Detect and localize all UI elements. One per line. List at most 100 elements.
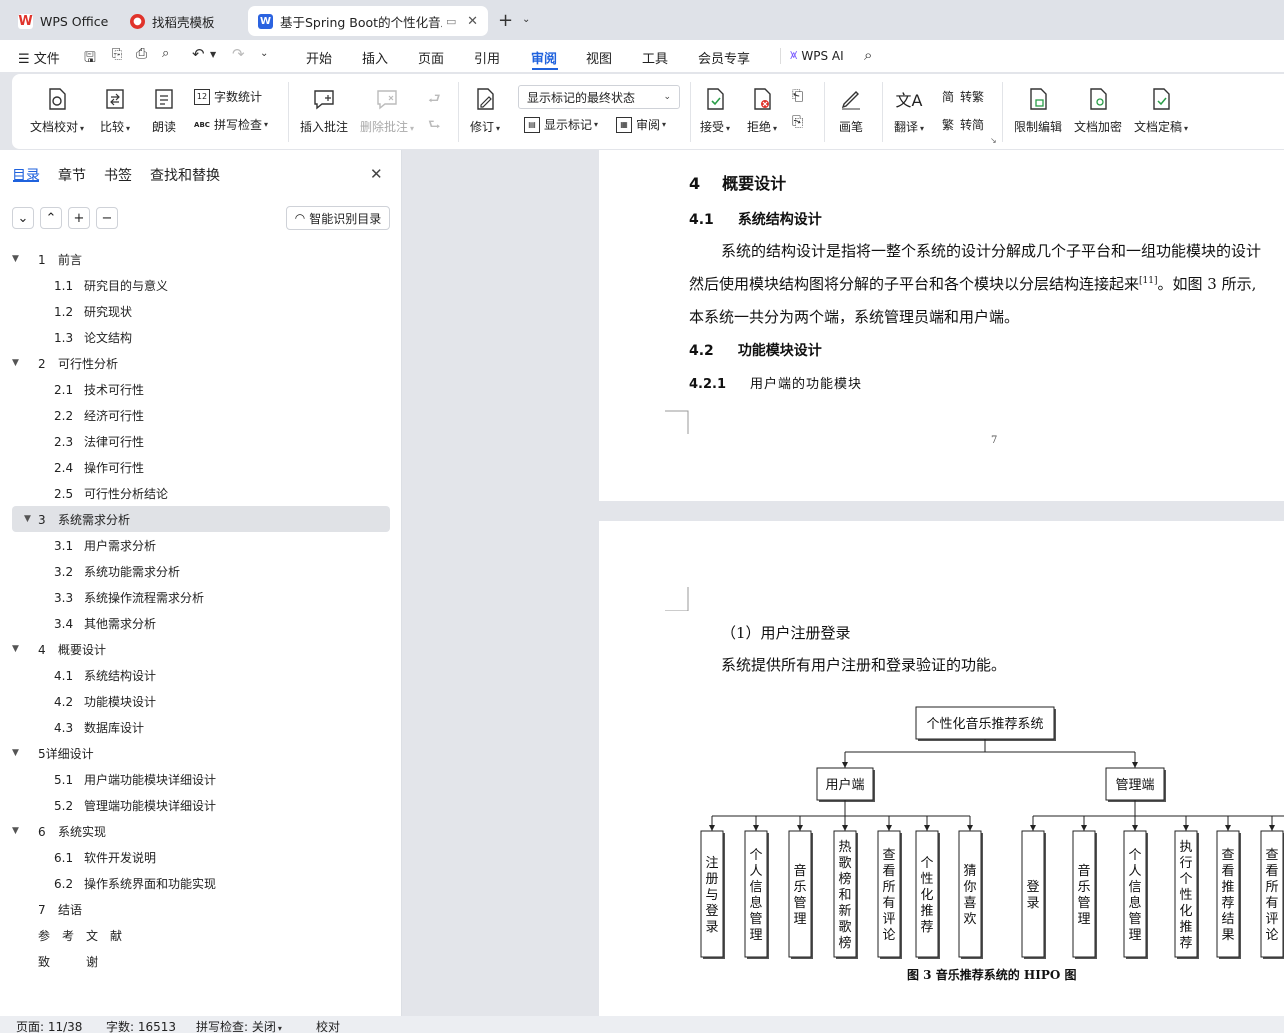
toc-item[interactable]: 参 考 文 献 [0,922,390,948]
toc-item[interactable]: ▼ 1 前言 [0,246,390,272]
toc-item[interactable]: 5.2 管理端功能模块详细设计 [0,792,390,818]
delete-comment-button[interactable]: 删除批注 ▾ [360,86,414,135]
pen-button[interactable]: 画笔 [838,86,864,135]
toc-item[interactable]: 4.2 功能模块设计 [0,688,390,714]
monitor-icon[interactable]: ▭ [446,15,456,28]
toc-item[interactable]: 5.1 用户端功能模块详细设计 [0,766,390,792]
expand-toggle-icon[interactable]: ▼ [12,748,19,758]
next-change-icon[interactable]: ⎘ [792,114,803,130]
to-traditional-button[interactable]: 简 转繁 [940,88,984,105]
sidebar-tab-find-replace[interactable]: 查找和替换 [150,165,220,185]
review-pane-button[interactable]: ▦ 审阅 ▾ [616,116,666,133]
toc-item[interactable]: ▼ 5详细设计 [0,740,390,766]
toc-item[interactable]: 4.3 数据库设计 [0,714,390,740]
toc-item[interactable]: 3.2 系统功能需求分析 [0,558,390,584]
save-icon[interactable]: 🖫 [84,47,96,71]
expand-toggle-icon[interactable]: ▼ [24,514,31,524]
toc-item[interactable]: 4.1 系统结构设计 [0,662,390,688]
toc-item[interactable]: 3.3 系统操作流程需求分析 [0,584,390,610]
toc-item[interactable]: 6.1 软件开发说明 [0,844,390,870]
sidebar-tab-bookmarks[interactable]: 书签 [104,165,132,185]
toc-item[interactable]: 6.2 操作系统界面和功能实现 [0,870,390,896]
redo-icon[interactable]: ↷ [232,45,245,63]
menu-item-start[interactable]: 开始 [306,48,332,67]
encrypt-button[interactable]: 文档加密 [1074,86,1122,135]
accept-button[interactable]: 接受 ▾ [700,86,730,135]
toc-item[interactable]: ▼ 6 系统实现 [0,818,390,844]
menu-item-member[interactable]: 会员专享 [698,48,750,67]
status-word-count[interactable]: 字数: 16513 [106,1018,176,1033]
tab-wps-office[interactable]: W WPS Office [8,6,116,36]
markup-state-select[interactable]: 显示标记的最终状态 ⌄ [518,85,680,109]
menu-item-insert[interactable]: 插入 [362,48,388,67]
status-proofread[interactable]: 校对 [316,1018,340,1033]
toc-item[interactable]: 2.4 操作可行性 [0,454,390,480]
new-tab-icon[interactable]: + [498,10,513,31]
toc-item[interactable]: 2.2 经济可行性 [0,402,390,428]
menu-item-view[interactable]: 视图 [586,48,612,67]
sidebar-tab-toc[interactable]: 目录 [12,165,40,185]
close-pane-icon[interactable]: ✕ [370,165,383,183]
citation-ref[interactable]: [11] [1139,276,1157,286]
toc-item[interactable]: 2.3 法律可行性 [0,428,390,454]
tab-template[interactable]: ● 找稻壳模板 [120,6,242,36]
chevron-up-icon[interactable]: ⌃ [40,207,62,229]
more-chevron-icon[interactable]: ⌄ [260,48,268,59]
track-changes-button[interactable]: 修订 ▾ [470,86,500,135]
toc-item[interactable]: 致 谢 [0,948,390,974]
to-simplified-button[interactable]: 繁 转简 [940,116,984,133]
toc-item[interactable]: ▼ 3 系统需求分析 [12,506,390,532]
toc-item[interactable]: 7 结语 [0,896,390,922]
wps-ai-button[interactable]: ⩙ WPS AI [790,48,844,63]
expand-toggle-icon[interactable]: ▼ [12,254,19,264]
sidebar-tab-sections[interactable]: 章节 [58,165,86,185]
translate-button[interactable]: 文A 翻译 ▾ [894,86,924,135]
smart-toc-button[interactable]: ◠ 智能识别目录 [286,206,390,230]
collapse-down-icon[interactable]: ⌄ [12,207,34,229]
menu-item-page[interactable]: 页面 [418,48,444,67]
add-heading-icon[interactable]: + [68,207,90,229]
status-page[interactable]: 页面: 11/38 [16,1018,82,1033]
document-canvas[interactable]: 4 概要设计 4.1 系统结构设计 系统的结构设计是指将一整个系统的设计分解成几个子… [403,150,1284,1016]
print-icon[interactable]: ⎙ [136,46,147,62]
print-preview-icon[interactable]: ⌕ [162,46,169,61]
chevron-down-icon[interactable]: ⌄ [522,14,530,25]
compare-button[interactable]: 比较 ▾ [100,86,130,135]
show-markup-button[interactable]: ▤ 显示标记 ▾ [524,116,598,133]
word-count-button[interactable]: 12 字数统计 [194,88,262,105]
toc-item[interactable]: 1.1 研究目的与意义 [0,272,390,298]
toc-item[interactable]: 3.4 其他需求分析 [0,610,390,636]
previous-change-icon[interactable]: ⎗ [792,88,803,104]
read-aloud-button[interactable]: 朗读 [151,86,177,135]
close-tab-icon[interactable]: ✕ [467,14,478,29]
expand-toggle-icon[interactable]: ▼ [12,644,19,654]
restrict-edit-button[interactable]: 限制编辑 [1014,86,1062,135]
expand-toggle-icon[interactable]: ▼ [12,358,19,368]
finalize-button[interactable]: 文档定稿 ▾ [1134,86,1188,135]
search-icon[interactable]: ⌕ [864,46,872,64]
menu-item-review[interactable]: 审阅 [531,48,557,67]
tab-document[interactable]: W 基于Spring Boot的个性化音乐 ▭ ✕ [248,6,488,36]
toc-item[interactable]: 1.2 研究现状 [0,298,390,324]
menu-item-tools[interactable]: 工具 [642,48,668,67]
undo-dropdown-icon[interactable]: ▼ [210,50,216,59]
dialog-launcher-icon[interactable]: ↘ [990,136,997,145]
insert-comment-button[interactable]: 插入批注 [300,86,348,135]
share-icon[interactable]: ⎘ [112,47,122,62]
file-menu[interactable]: ☰ 文件 [18,48,60,67]
status-spell-check[interactable]: 拼写检查: 关闭 ▾ [196,1018,282,1033]
next-comment-icon[interactable]: ⮑ [428,114,441,138]
remove-heading-icon[interactable]: − [96,207,118,229]
toc-item[interactable]: 2.5 可行性分析结论 [0,480,390,506]
toc-item[interactable]: 1.3 论文结构 [0,324,390,350]
expand-toggle-icon[interactable]: ▼ [12,826,19,836]
toc-item[interactable]: 3.1 用户需求分析 [0,532,390,558]
undo-icon[interactable]: ↶ [192,45,205,63]
toc-item[interactable]: 2.1 技术可行性 [0,376,390,402]
toc-item[interactable]: ▼ 2 可行性分析 [0,350,390,376]
doc-check-button[interactable]: 文档校对 ▾ [30,86,84,135]
toc-item[interactable]: ▼ 4 概要设计 [0,636,390,662]
spell-check-button[interactable]: ABC 拼写检查 ▾ [194,116,268,133]
reject-button[interactable]: 拒绝 ▾ [747,86,777,135]
menu-item-reference[interactable]: 引用 [474,48,500,67]
